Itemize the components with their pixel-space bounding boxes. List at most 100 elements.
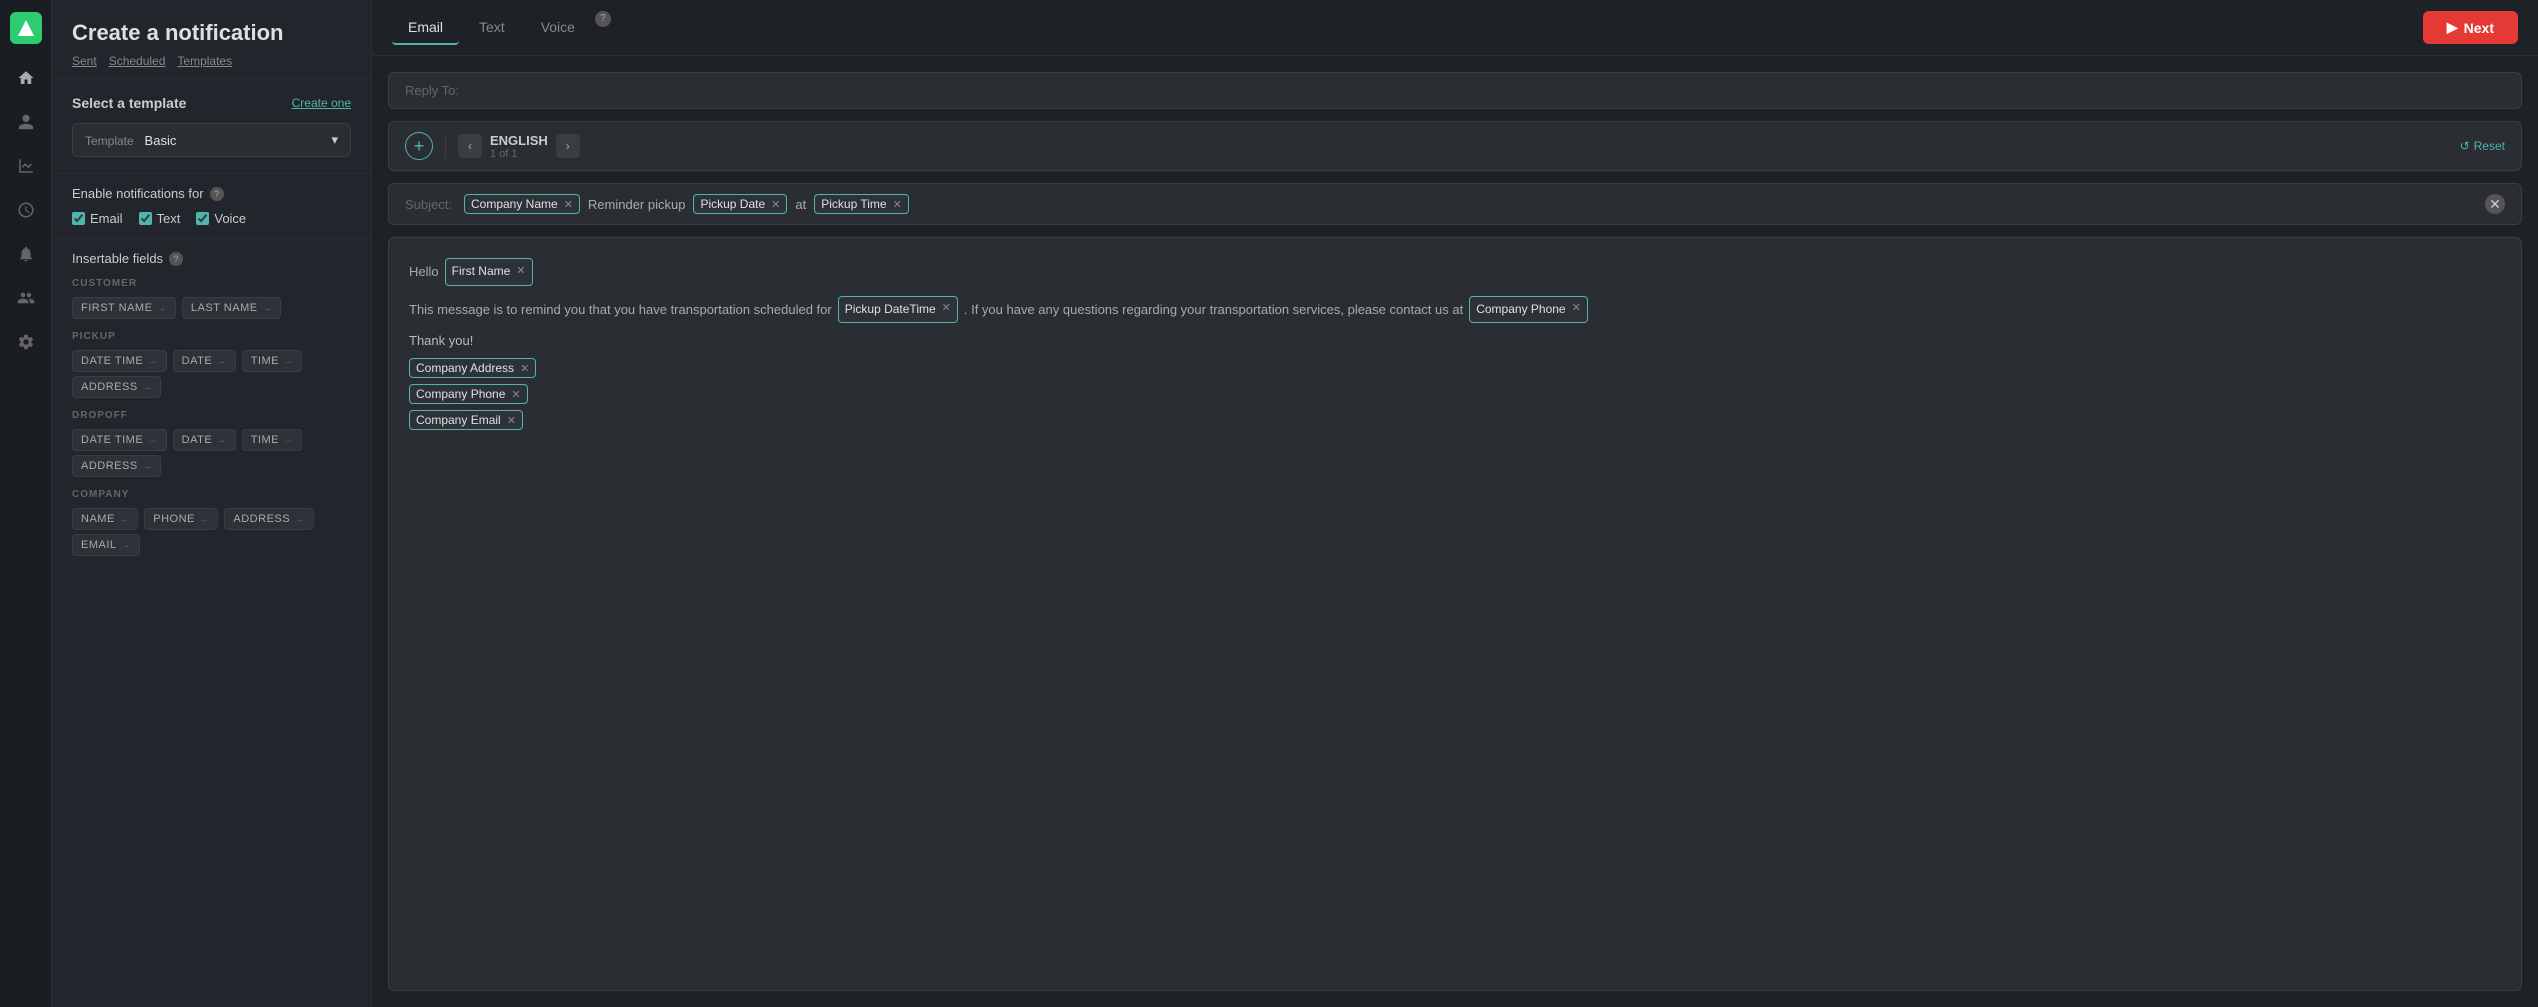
body-company-email-tag[interactable]: Company Email ✕ [409,410,523,430]
field-chip-pickup-date[interactable]: DATE → [173,350,236,372]
checkbox-row: Email Text Voice [72,211,351,226]
nav-sent[interactable]: Sent [72,54,97,68]
field-chips-customer: FIRST NAME → LAST NAME → [72,297,351,319]
email-label: Email [90,211,123,226]
body-first-name-tag[interactable]: First Name ✕ [445,258,533,286]
subject-tag-pickup-time[interactable]: Pickup Time ✕ [814,194,909,214]
field-chips-dropoff: DATE TIME → DATE → TIME → [72,429,351,451]
field-chip-company-name[interactable]: NAME → [72,508,138,530]
checkbox-email[interactable]: Email [72,211,123,226]
tab-bar: Email Text Voice ? [392,11,611,45]
checkbox-text[interactable]: Text [139,211,181,226]
remove-pickup-date-tag[interactable]: ✕ [771,198,780,211]
remove-pickup-datetime-tag[interactable]: ✕ [942,299,951,319]
nav-templates[interactable]: Templates [177,54,232,68]
field-chip-pickup-datetime[interactable]: DATE TIME → [72,350,167,372]
enable-section: Enable notifications for ? Email Text Vo… [52,173,371,238]
language-info: ENGLISH 1 of 1 [490,133,548,160]
field-chip-last-name[interactable]: LAST NAME → [182,297,281,319]
remove-pickup-time-tag[interactable]: ✕ [893,198,902,211]
nav-person[interactable] [8,104,44,140]
arrow-icon: → [199,514,210,525]
fields-title: Insertable fields ? [72,251,351,266]
remove-company-address-tag[interactable]: ✕ [520,362,529,375]
nav-clock[interactable] [8,192,44,228]
text-checkbox[interactable] [139,212,152,225]
field-group-company-label: COMPANY [72,489,351,500]
nav-scheduled[interactable]: Scheduled [109,54,166,68]
add-language-button[interactable]: + [405,132,433,160]
field-chip-company-phone[interactable]: PHONE → [144,508,218,530]
field-chip-company-address[interactable]: ADDRESS → [224,508,313,530]
create-template-link[interactable]: Create one [292,96,351,110]
nav-home[interactable] [8,60,44,96]
top-bar: Email Text Voice ? ▶ Next [372,0,2538,56]
app-logo[interactable] [10,12,42,44]
body-text-before: This message is to remind you that you h… [409,298,832,321]
subject-text-reminder: Reminder pickup [588,197,686,212]
body-pickup-datetime-tag[interactable]: Pickup DateTime ✕ [838,296,958,324]
arrow-icon: → [119,514,130,525]
lang-prev-button[interactable]: ‹ [458,134,482,158]
field-chip-dropoff-datetime[interactable]: DATE TIME → [72,429,167,451]
field-chip-first-name[interactable]: FIRST NAME → [72,297,176,319]
checkbox-voice[interactable]: Voice [196,211,246,226]
body-text-after: . If you have any questions regarding yo… [964,298,1463,321]
tab-voice[interactable]: Voice [525,11,591,45]
clear-subject-button[interactable]: ✕ [2485,194,2505,214]
arrow-icon: → [156,303,167,314]
nav-settings[interactable] [8,324,44,360]
arrow-icon: → [147,356,158,367]
field-chips-company: NAME → PHONE → ADDRESS → [72,508,351,530]
field-group-customer-label: CUSTOMER [72,278,351,289]
field-chip-dropoff-time[interactable]: TIME → [242,429,303,451]
field-chip-pickup-time[interactable]: TIME → [242,350,303,372]
template-dropdown[interactable]: Template Basic ▾ [72,123,351,157]
left-navigation [0,0,52,1007]
company-tags-block: Company Address ✕ Company Phone ✕ Compan… [409,358,2501,430]
body-company-address-tag[interactable]: Company Address ✕ [409,358,536,378]
remove-company-phone-inline-tag[interactable]: ✕ [1572,299,1581,319]
chevron-down-icon: ▾ [331,132,338,148]
body-hello-line: Hello First Name ✕ [409,258,2501,286]
remove-company-phone-tag[interactable]: ✕ [511,388,520,401]
sidebar: Create a notification Sent Scheduled Tem… [52,0,372,1007]
tabs-info-icon[interactable]: ? [595,11,611,27]
arrow-icon: → [121,540,132,551]
field-chip-pickup-address[interactable]: ADDRESS → [72,376,161,398]
voice-checkbox[interactable] [196,212,209,225]
reply-to-bar[interactable]: Reply To: [388,72,2522,109]
field-chip-company-email[interactable]: EMAIL → [72,534,140,556]
remove-first-name-tag[interactable]: ✕ [516,262,525,282]
arrow-icon: → [142,461,153,472]
field-chip-dropoff-date[interactable]: DATE → [173,429,236,451]
next-button[interactable]: ▶ Next [2423,11,2518,44]
remove-company-name-tag[interactable]: ✕ [564,198,573,211]
enable-info-icon[interactable]: ? [210,187,224,201]
fields-info-icon[interactable]: ? [169,252,183,266]
sidebar-header: Create a notification Sent Scheduled Tem… [52,0,371,79]
nav-bell[interactable] [8,236,44,272]
body-message-line: This message is to remind you that you h… [409,296,2501,324]
nav-people[interactable] [8,280,44,316]
subject-tag-company-name[interactable]: Company Name ✕ [464,194,580,214]
subject-tag-pickup-date[interactable]: Pickup Date ✕ [693,194,787,214]
remove-company-email-tag[interactable]: ✕ [507,414,516,427]
tab-text[interactable]: Text [463,11,521,45]
subject-bar: Subject: Company Name ✕ Reminder pickup … [388,183,2522,225]
tab-email[interactable]: Email [392,11,459,45]
nav-chart[interactable] [8,148,44,184]
arrow-icon: → [262,303,273,314]
field-group-dropoff-label: DROPOFF [72,410,351,421]
body-company-phone-tag2[interactable]: Company Phone ✕ [409,384,528,404]
template-label: Template [85,134,134,148]
lang-next-button[interactable]: › [556,134,580,158]
language-nav: ‹ ENGLISH 1 of 1 › [458,133,580,160]
field-chip-dropoff-address[interactable]: ADDRESS → [72,455,161,477]
arrow-icon: → [216,356,227,367]
reset-button[interactable]: ↺ Reset [2460,139,2505,153]
page-title: Create a notification [72,20,351,46]
email-checkbox[interactable] [72,212,85,225]
arrow-icon: → [294,514,305,525]
body-company-phone-tag[interactable]: Company Phone ✕ [1469,296,1588,324]
